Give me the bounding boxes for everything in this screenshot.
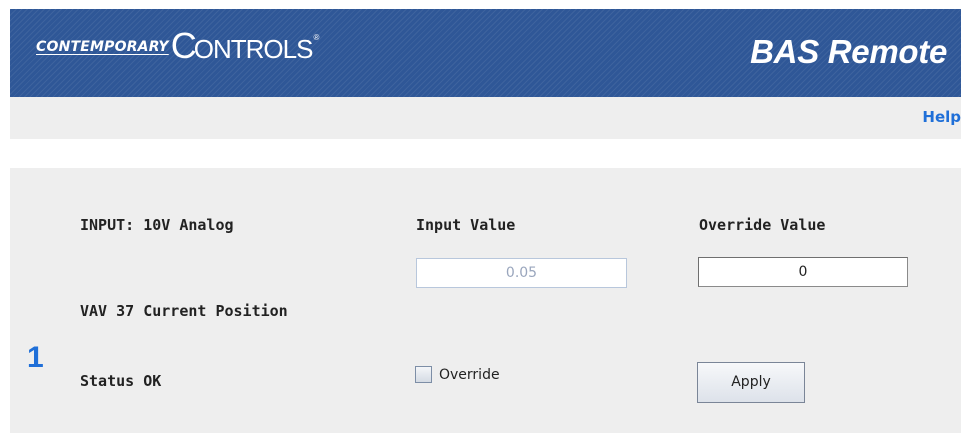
input-type-label: INPUT: 10V Analog <box>80 216 234 234</box>
override-value-input[interactable] <box>698 257 908 287</box>
page: CONTEMPORARY CONTROLS® BAS Remote Help I… <box>0 0 961 433</box>
header-banner: CONTEMPORARY CONTROLS® BAS Remote <box>10 9 961 97</box>
company-logo: CONTEMPORARY CONTROLS® <box>36 24 320 66</box>
input-value-field: 0.05 <box>416 258 627 288</box>
status-text: Status OK <box>80 372 162 390</box>
input-value-header: Input Value <box>416 216 516 234</box>
apply-button[interactable]: Apply <box>697 362 805 403</box>
override-checkbox-label: Override <box>439 366 500 383</box>
channel-number: 1 <box>27 341 44 374</box>
logo-word-controls: CONTROLS® <box>170 24 320 66</box>
override-checkbox[interactable] <box>415 366 432 383</box>
point-name-label: VAV 37 Current Position <box>80 302 288 320</box>
logo-word-contemporary: CONTEMPORARY <box>36 39 169 55</box>
override-value-header: Override Value <box>699 216 826 234</box>
help-bar: Help <box>10 97 961 139</box>
io-point-panel: INPUT: 10V Analog Input Value Override V… <box>10 168 961 433</box>
product-title: BAS Remote <box>750 33 947 70</box>
override-checkbox-control[interactable]: Override <box>415 366 500 383</box>
help-link[interactable]: Help <box>922 108 961 126</box>
